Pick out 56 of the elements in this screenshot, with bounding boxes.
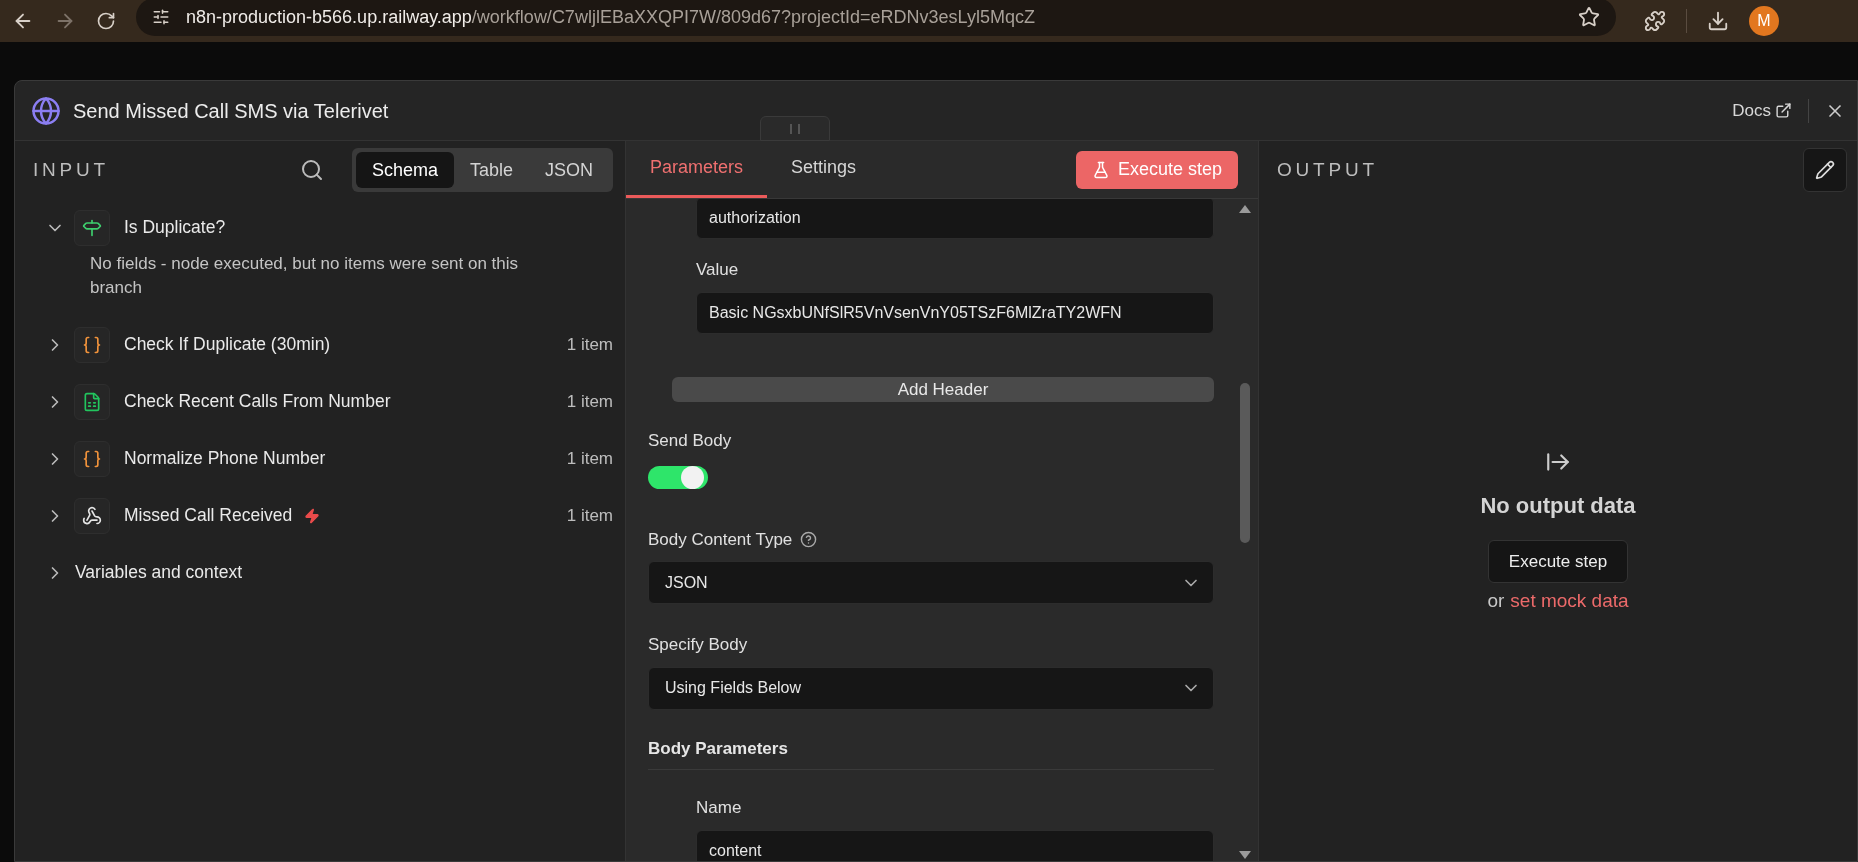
pencil-icon [1815,160,1835,180]
item-count: 1 item [566,504,613,527]
docs-link[interactable]: Docs [1732,97,1792,124]
view-tab[interactable]: JSON [529,152,609,188]
panel-tab[interactable]: Settings [767,140,881,198]
variables-label[interactable]: Variables and context [75,559,242,586]
node-name[interactable]: Is Duplicate? [124,214,226,241]
search-icon[interactable] [299,158,324,182]
globe-icon [31,95,61,126]
field-label: Send Body [648,430,733,452]
bookmark-star-icon[interactable] [1578,6,1600,28]
text-field[interactable]: authorization [696,199,1214,239]
external-link-icon [1775,102,1792,119]
node-name[interactable]: Check If Duplicate (30min) [124,331,331,358]
reload-icon[interactable] [96,11,116,31]
output-heading: OUTPUT [1277,157,1378,182]
item-count: 1 item [566,447,613,470]
signpost-icon [82,217,102,238]
toggle-switch[interactable] [648,465,708,489]
item-count: 1 item [566,333,613,356]
address-bar[interactable]: n8n-production-b566.up.railway.app/workflow/C7wljlEBaXXQPI7W/809d67?projectId=eRDNv3esLyl5MqcZ [136,0,1616,36]
item-count: 1 item [566,390,613,413]
modal-title: Send Missed Call SMS via Telerivet [73,98,389,124]
field-label: Specify Body [648,634,749,656]
extensions-icon[interactable] [1644,10,1666,32]
field-label: Name [696,797,743,819]
field-label: Body Content Type [648,528,793,551]
site-settings-icon[interactable] [152,8,170,26]
view-tab[interactable]: Schema [355,152,454,188]
node-name[interactable]: Missed Call Received [124,502,293,529]
help-icon[interactable] [800,530,818,548]
field-label: Value [696,259,740,281]
empty-output-title: No output data [1480,492,1636,520]
execute-step-button[interactable]: Execute step [1487,540,1629,583]
select-dropdown[interactable]: Using Fields Below [648,666,1214,710]
edit-button[interactable] [1803,148,1847,192]
or-text: or [1487,589,1505,613]
node-name[interactable]: Check Recent Calls From Number [124,388,391,415]
empty-branch-message: No fields - node executed, but no items were sent on this branch [89,253,520,299]
text-field[interactable]: content [696,829,1214,861]
select-dropdown[interactable]: JSON [648,561,1214,604]
flask-icon [1091,160,1110,179]
spreadsheet-icon [82,391,102,412]
download-icon[interactable] [1707,10,1729,32]
set-mock-data-link[interactable]: set mock data [1510,587,1629,616]
url-text: n8n-production-b566.up.railway.app/workflow/C7wljlEBaXXQPI7W/809d67?projectId=eRDNv3esLyl5MqcZ [186,5,1036,29]
view-tab[interactable]: Table [453,152,529,188]
text-field[interactable]: Basic NGsxbUNfSlR5VnVsenVnY05TSzF6MlZraTY2WFN [696,291,1214,334]
add-header-button[interactable]: Add Header [672,376,1214,402]
webhook-icon [82,505,102,526]
input-heading: INPUT [33,157,109,182]
braces-icon [82,334,102,355]
section-title: Body Parameters [648,735,1214,770]
node-name[interactable]: Normalize Phone Number [124,445,326,472]
drag-handle[interactable] [760,116,830,141]
braces-icon [82,448,102,469]
